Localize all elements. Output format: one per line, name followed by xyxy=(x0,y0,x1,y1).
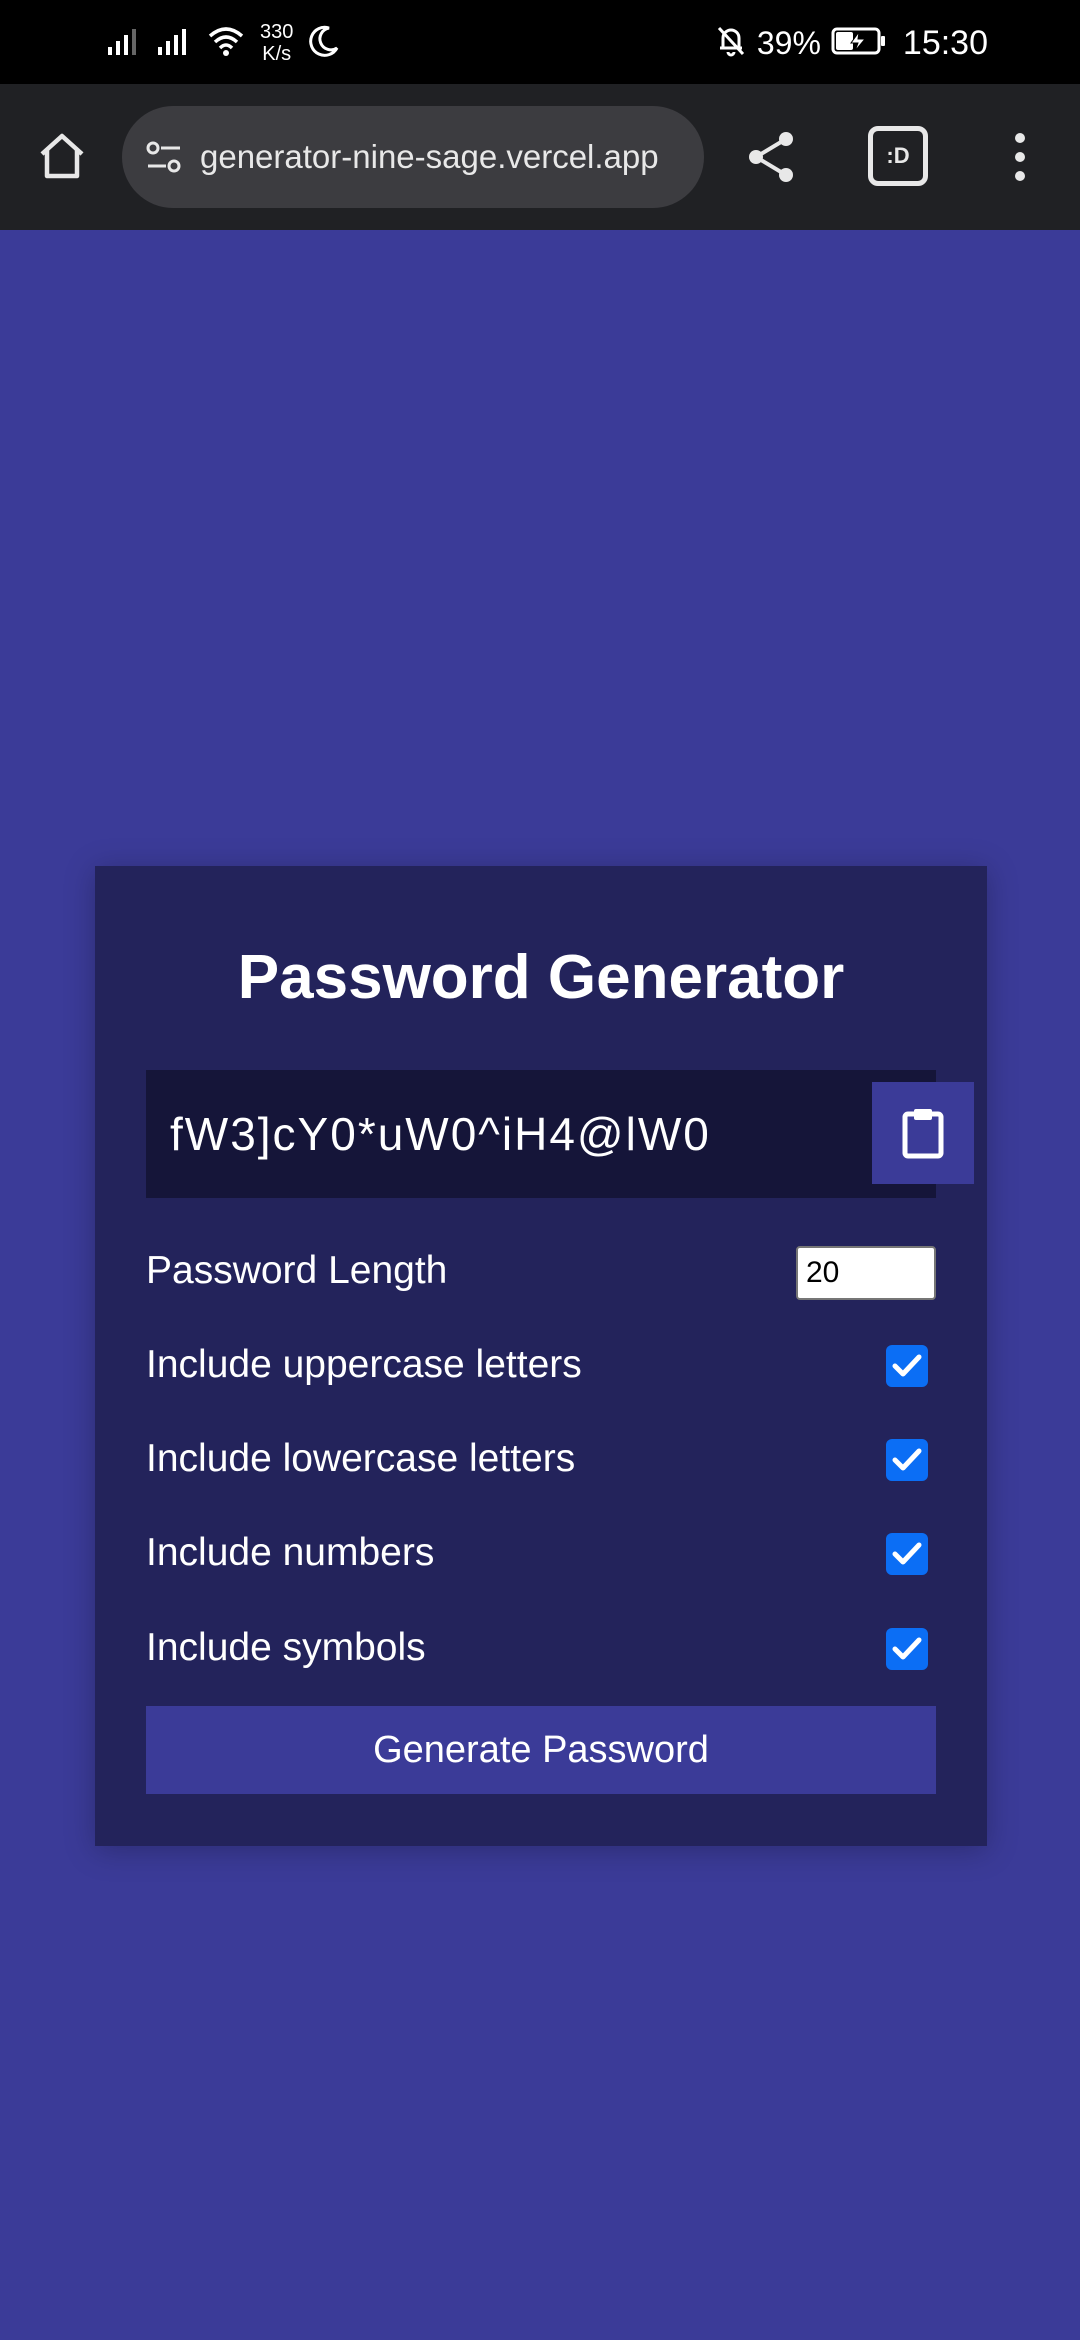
option-label: Include uppercase letters xyxy=(146,1343,582,1386)
password-generator-card: Password Generator fW3]cY0*uW0^iH4@lW0 P… xyxy=(95,866,987,1846)
moon-icon xyxy=(307,24,341,63)
lowercase-checkbox[interactable] xyxy=(886,1439,928,1481)
symbols-checkbox[interactable] xyxy=(886,1628,928,1670)
length-input[interactable] xyxy=(796,1246,936,1300)
option-lowercase: Include lowercase letters xyxy=(146,1424,936,1494)
net-speed-unit: K/s xyxy=(262,43,292,65)
battery-charging-icon xyxy=(831,26,887,61)
menu-dot xyxy=(1015,133,1025,143)
numbers-checkbox[interactable] xyxy=(886,1533,928,1575)
address-bar[interactable]: generator-nine-sage.vercel.app xyxy=(122,106,704,208)
battery-percent: 39% xyxy=(756,24,821,61)
mute-bell-icon xyxy=(715,24,747,63)
url-text: generator-nine-sage.vercel.app xyxy=(200,138,659,175)
option-numbers: Include numbers xyxy=(146,1518,936,1588)
share-button[interactable] xyxy=(738,122,804,192)
share-icon xyxy=(749,132,793,182)
page-title: Password Generator xyxy=(237,943,845,1012)
net-speed-value: 330 xyxy=(260,21,294,43)
checkmark-icon xyxy=(892,1542,922,1565)
tab-switcher-label: :D xyxy=(886,143,910,168)
status-right: 39% 15:30 xyxy=(715,16,988,70)
option-label: Include numbers xyxy=(146,1531,435,1574)
checkmark-icon xyxy=(892,1448,922,1471)
status-left: 330 K/s xyxy=(106,16,341,70)
password-display: fW3]cY0*uW0^iH4@lW0 xyxy=(146,1070,974,1198)
wifi-icon xyxy=(206,24,246,63)
checkmark-icon xyxy=(892,1354,922,1377)
net-speed: 330 K/s xyxy=(260,21,293,65)
browser-toolbar: generator-nine-sage.vercel.app :D xyxy=(0,84,1080,230)
password-output[interactable]: fW3]cY0*uW0^iH4@lW0 xyxy=(170,1070,711,1198)
signal-icon xyxy=(156,25,192,62)
checkmark-icon xyxy=(892,1637,922,1660)
option-label: Include lowercase letters xyxy=(146,1437,576,1480)
clipboard-icon xyxy=(902,1109,944,1159)
home-icon xyxy=(40,133,84,179)
signal-icon xyxy=(106,25,142,62)
length-label: Password Length xyxy=(146,1249,448,1292)
option-symbols: Include symbols xyxy=(146,1613,936,1683)
menu-dot xyxy=(1015,171,1025,181)
generate-password-button[interactable]: Generate Password xyxy=(146,1706,936,1794)
tab-switcher-button[interactable]: :D xyxy=(868,126,928,186)
option-label: Include symbols xyxy=(146,1626,426,1669)
more-vert-button[interactable] xyxy=(1000,122,1040,192)
option-uppercase: Include uppercase letters xyxy=(146,1330,936,1400)
copy-button[interactable] xyxy=(872,1082,974,1184)
status-bar: 330 K/s 39% 15:30 xyxy=(0,0,1080,84)
site-settings-icon[interactable] xyxy=(142,135,186,179)
status-time: 15:30 xyxy=(902,23,988,62)
home-button[interactable] xyxy=(28,122,96,190)
menu-dot xyxy=(1015,152,1025,162)
uppercase-checkbox[interactable] xyxy=(886,1345,928,1387)
length-row: Password Length xyxy=(146,1236,936,1306)
